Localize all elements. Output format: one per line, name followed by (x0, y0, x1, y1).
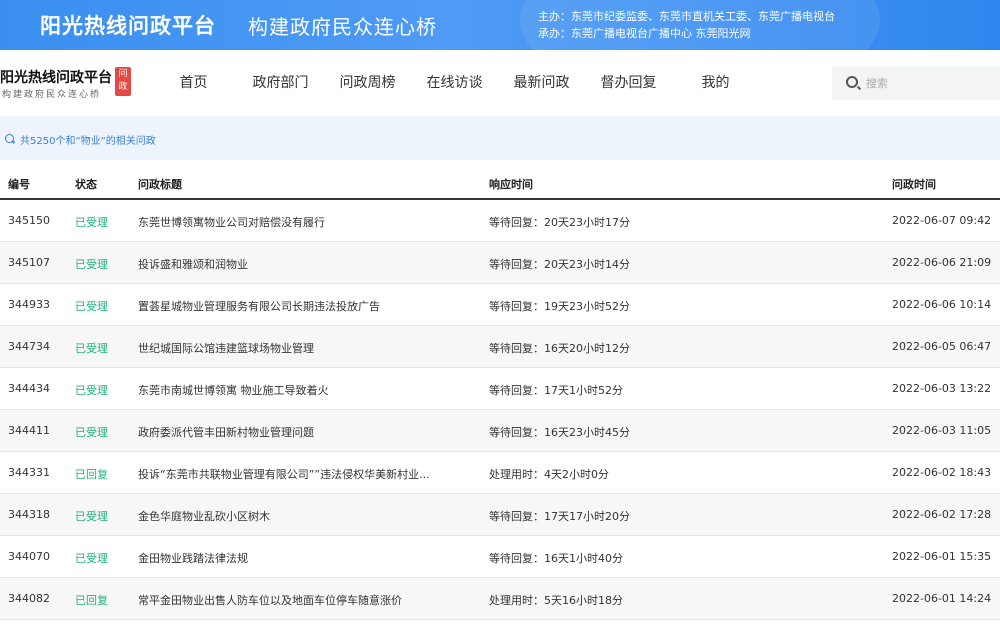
search-box[interactable] (832, 66, 1000, 100)
result-count-text: 共5250个和“物业”的相关问政 (20, 136, 156, 147)
table-row[interactable]: 344411 已受理 政府委派代管丰田新村物业管理问题 等待回复：16天23小时… (0, 410, 1000, 452)
row-title-link[interactable]: 常平金田物业出售人防车位以及地面车位停车随意涨价 (138, 592, 402, 608)
row-id: 344331 (8, 466, 50, 479)
logo-subtitle: 构建政府民众连心桥 (2, 90, 102, 100)
table-row[interactable]: 344331 已回复 投诉“东莞市共联物业管理有限公司””违法侵权华美新村业..… (0, 452, 1000, 494)
table-row[interactable]: 345150 已受理 东莞世博领寓物业公司对赔偿没有履行 等待回复：20天23小… (0, 200, 1000, 242)
row-status: 已受理 (75, 552, 108, 565)
nav-item-supervision-reply[interactable]: 督办回复 (585, 50, 672, 116)
navbar: 阳光热线问政平台 构建政府民众连心桥 问政 首页 政府部门 问政周榜 在线访谈 … (0, 50, 1000, 116)
row-status: 已受理 (75, 300, 108, 313)
row-response: 等待回复：17天17小时20分 (489, 510, 630, 523)
main-nav: 首页 政府部门 问政周榜 在线访谈 最新问政 督办回复 我的 (150, 50, 759, 116)
row-response: 等待回复：17天1小时52分 (489, 384, 623, 397)
nav-item-departments[interactable]: 政府部门 (237, 50, 324, 116)
row-time: 2022-06-01 15:35 (892, 550, 992, 563)
header-title: 问政标题 (138, 178, 182, 191)
row-response: 处理用时：5天16小时18分 (489, 594, 623, 607)
table-row[interactable]: 344318 已受理 金色华庭物业乱砍小区树木 等待回复：17天17小时20分 … (0, 494, 1000, 536)
banner-title: 阳光热线问政平台 (40, 14, 216, 38)
table-row[interactable]: 344070 已受理 金田物业践踏法律法规 等待回复：16天1小时40分 202… (0, 536, 1000, 578)
row-id: 344933 (8, 298, 50, 311)
row-status: 已回复 (75, 594, 108, 607)
nav-item-home[interactable]: 首页 (150, 50, 237, 116)
row-status: 已受理 (75, 216, 108, 229)
row-response: 等待回复：20天23小时17分 (489, 216, 630, 229)
table-row[interactable]: 344082 已回复 常平金田物业出售人防车位以及地面车位停车随意涨价 处理用时… (0, 578, 1000, 620)
site-logo[interactable]: 阳光热线问政平台 构建政府民众连心桥 问政 (0, 67, 135, 101)
row-status: 已受理 (75, 342, 108, 355)
row-title-link[interactable]: 金色华庭物业乱砍小区树木 (138, 508, 270, 524)
row-status: 已受理 (75, 258, 108, 271)
logo-badge: 问政 (115, 67, 131, 96)
table-row[interactable]: 345107 已受理 投诉盛和雅颂和润物业 等待回复：20天23小时14分 20… (0, 242, 1000, 284)
row-time: 2022-06-05 06:47 (892, 340, 992, 353)
search-icon[interactable] (846, 76, 858, 88)
nav-item-weekly-ranking[interactable]: 问政周榜 (324, 50, 411, 116)
row-time: 2022-06-06 10:14 (892, 298, 992, 311)
host-line-organizer: 主办：东莞市纪委监委、东莞市直机关工委、东莞广播电视台 (538, 10, 835, 23)
row-title-link[interactable]: 投诉“东莞市共联物业管理有限公司””违法侵权华美新村业... (138, 466, 430, 482)
top-banner: 阳光热线问政平台 构建政府民众连心桥 主办：东莞市纪委监委、东莞市直机关工委、东… (0, 0, 1000, 50)
search-result-summary: 共5250个和“物业”的相关问政 (0, 116, 1000, 160)
row-id: 344434 (8, 382, 50, 395)
row-title-link[interactable]: 政府委派代管丰田新村物业管理问题 (138, 424, 314, 440)
banner-host-info: 主办：东莞市纪委监委、东莞市直机关工委、东莞广播电视台 承办：东莞广播电视台广播… (538, 8, 835, 42)
nav-item-latest[interactable]: 最新问政 (498, 50, 585, 116)
row-time: 2022-06-01 14:24 (892, 592, 992, 605)
search-icon (5, 134, 14, 143)
row-response: 等待回复：20天23小时14分 (489, 258, 630, 271)
row-status: 已回复 (75, 468, 108, 481)
row-id: 345150 (8, 214, 50, 227)
row-id: 345107 (8, 256, 50, 269)
row-title-link[interactable]: 金田物业践踏法律法规 (138, 550, 248, 566)
row-title-link[interactable]: 置荟星城物业管理服务有限公司长期违法投放广告 (138, 298, 380, 314)
nav-item-online-interview[interactable]: 在线访谈 (411, 50, 498, 116)
row-id: 344070 (8, 550, 50, 563)
table-row[interactable]: 344933 已受理 置荟星城物业管理服务有限公司长期违法投放广告 等待回复：1… (0, 284, 1000, 326)
row-status: 已受理 (75, 510, 108, 523)
header-status: 状态 (75, 178, 97, 191)
row-title-link[interactable]: 投诉盛和雅颂和润物业 (138, 256, 248, 272)
table-body: 345150 已受理 东莞世博领寓物业公司对赔偿没有履行 等待回复：20天23小… (0, 200, 1000, 620)
header-time: 问政时间 (892, 178, 936, 191)
row-title-link[interactable]: 东莞市南城世博领寓 物业施工导致着火 (138, 382, 329, 398)
row-id: 344411 (8, 424, 50, 437)
row-time: 2022-06-06 21:09 (892, 256, 992, 269)
row-status: 已受理 (75, 426, 108, 439)
row-time: 2022-06-03 13:22 (892, 382, 992, 395)
row-title-link[interactable]: 世纪城国际公馆违建篮球场物业管理 (138, 340, 314, 356)
inquiry-table: 编号 状态 问政标题 响应时间 问政时间 345150 已受理 东莞世博领寓物业… (0, 166, 1000, 620)
row-time: 2022-06-07 09:42 (892, 214, 992, 227)
logo-title: 阳光热线问政平台 (0, 70, 112, 86)
row-response: 处理用时：4天2小时0分 (489, 468, 609, 481)
row-response: 等待回复：16天23小时45分 (489, 426, 630, 439)
banner-subtitle: 构建政府民众连心桥 (248, 15, 437, 39)
row-id: 344318 (8, 508, 50, 521)
row-time: 2022-06-02 17:28 (892, 508, 992, 521)
row-response: 等待回复：16天1小时40分 (489, 552, 623, 565)
nav-item-mine[interactable]: 我的 (672, 50, 759, 116)
search-input[interactable] (866, 66, 996, 100)
host-line-undertaker: 承办：东莞广播电视台广播中心 东莞阳光网 (538, 27, 751, 40)
row-response: 等待回复：19天23小时52分 (489, 300, 630, 313)
row-title-link[interactable]: 东莞世博领寓物业公司对赔偿没有履行 (138, 214, 325, 230)
header-id: 编号 (8, 178, 30, 191)
table-row[interactable]: 344734 已受理 世纪城国际公馆违建篮球场物业管理 等待回复：16天20小时… (0, 326, 1000, 368)
row-time: 2022-06-02 18:43 (892, 466, 992, 479)
table-row[interactable]: 344434 已受理 东莞市南城世博领寓 物业施工导致着火 等待回复：17天1小… (0, 368, 1000, 410)
row-time: 2022-06-03 11:05 (892, 424, 992, 437)
row-id: 344082 (8, 592, 50, 605)
table-header: 编号 状态 问政标题 响应时间 问政时间 (0, 166, 1000, 200)
row-id: 344734 (8, 340, 50, 353)
header-response: 响应时间 (489, 178, 533, 191)
row-response: 等待回复：16天20小时12分 (489, 342, 630, 355)
row-status: 已受理 (75, 384, 108, 397)
